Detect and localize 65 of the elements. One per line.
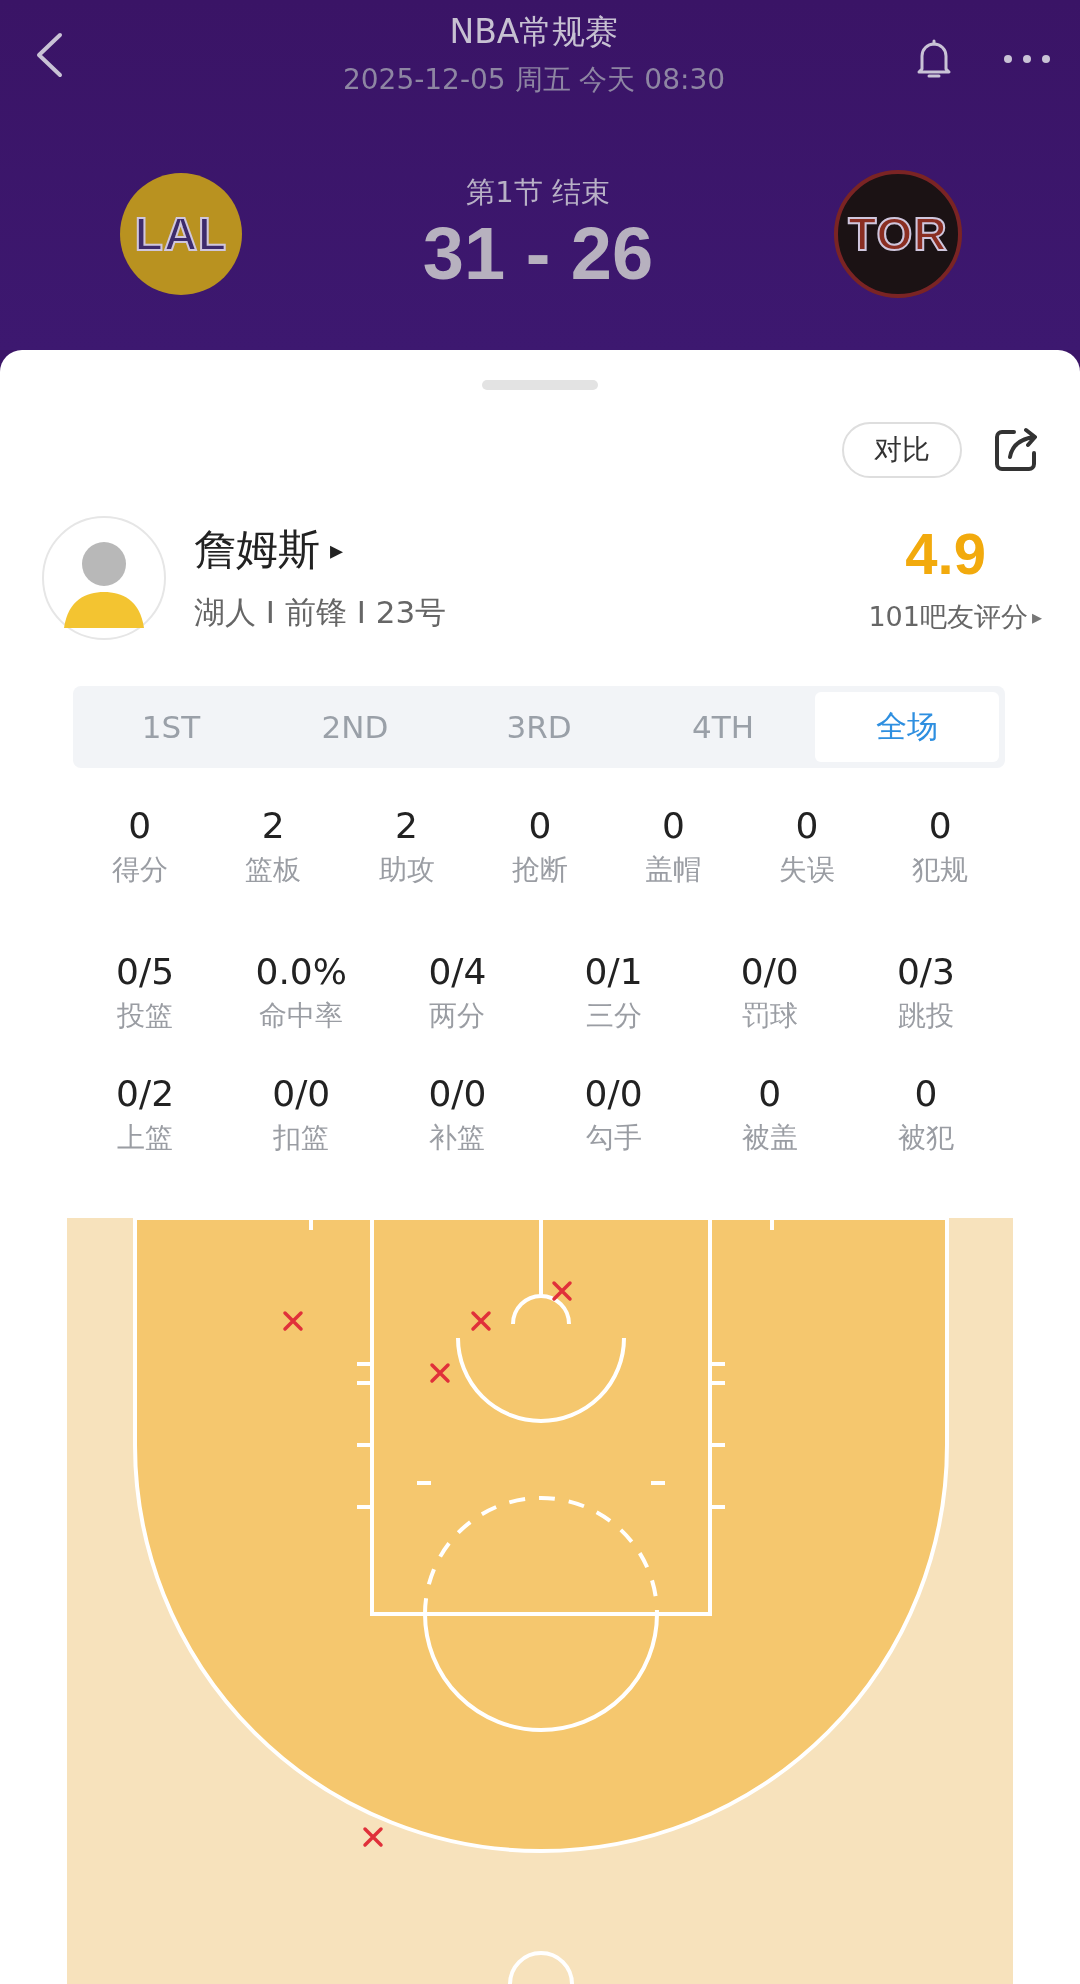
stat-label: 扣篮 [273, 1120, 330, 1156]
compare-button[interactable]: 对比 [842, 422, 962, 478]
stat-value: 0/2 [116, 1072, 175, 1116]
stat-label: 补篮 [429, 1120, 486, 1156]
period-tab[interactable]: 1ST [79, 692, 263, 762]
stat-value: 2 [395, 804, 418, 848]
stat-value: 0/0 [272, 1072, 331, 1116]
more-icon[interactable] [1002, 53, 1052, 65]
missed-shot-icon [283, 1311, 303, 1331]
page-title: NBA常规赛 [449, 11, 619, 53]
match-datetime: 2025-12-05 周五 今天 08:30 [342, 62, 726, 98]
stat-value: 0 [914, 1072, 938, 1116]
stat-value: 0.0% [255, 950, 347, 994]
stat-label: 投篮 [117, 998, 174, 1034]
stat-value: 0/0 [740, 950, 799, 994]
stat-label: 上篮 [117, 1120, 174, 1156]
score: 31 - 26 [422, 212, 654, 296]
missed-shot-icon [430, 1363, 450, 1383]
stat-value: 0/0 [584, 1072, 643, 1116]
stat-label: 失误 [778, 852, 835, 888]
missed-shot-icon [552, 1281, 572, 1301]
stat-label: 助攻 [378, 852, 435, 888]
stat-label: 三分 [585, 998, 642, 1034]
stat-value: 0/1 [584, 950, 643, 994]
missed-shot-icon [471, 1311, 491, 1331]
rating-label[interactable]: 101吧友评分 [868, 599, 1028, 635]
missed-shot-icon [363, 1827, 383, 1847]
team-abbr: LAL [134, 207, 228, 261]
stat-label: 犯规 [912, 852, 969, 888]
drag-handle[interactable] [482, 380, 598, 390]
period-tab[interactable]: 3RD [447, 692, 631, 762]
period-tab[interactable]: 2ND [263, 692, 447, 762]
player-info: 湖人 I 前锋 I 23号 [194, 593, 448, 632]
stat-value: 0 [528, 804, 552, 848]
stat-value: 0 [795, 804, 819, 848]
stat-label: 被盖 [741, 1120, 798, 1156]
stat-value: 0/4 [428, 950, 487, 994]
stat-value: 0/5 [116, 950, 175, 994]
arrow-glyph: ▸ [330, 535, 344, 565]
team-abbr: TOR [848, 207, 948, 261]
player-name[interactable]: 詹姆斯 [194, 522, 320, 578]
stat-label: 跳投 [897, 998, 954, 1034]
stat-label: 两分 [429, 998, 486, 1034]
stat-value: 0 [758, 1072, 782, 1116]
stat-value: 2 [261, 804, 285, 848]
period-tab[interactable]: 全场 [815, 692, 999, 762]
arrow-glyph: ▸ [1031, 605, 1042, 629]
period-status: 第1节 结束 [466, 174, 610, 211]
stat-value: 0/0 [428, 1072, 487, 1116]
stat-label: 罚球 [741, 998, 798, 1034]
stat-label: 命中率 [259, 998, 344, 1034]
stat-label: 抢断 [512, 852, 568, 888]
back-icon[interactable] [34, 32, 64, 78]
stat-value: 0/3 [896, 950, 955, 994]
stat-label: 勾手 [585, 1120, 642, 1156]
stat-value: 0 [928, 804, 952, 848]
rating-value: 4.9 [905, 521, 986, 587]
stat-label: 得分 [111, 852, 168, 888]
stat-label: 盖帽 [645, 852, 702, 888]
stat-label: 被犯 [897, 1120, 954, 1156]
period-tab[interactable]: 4TH [631, 692, 815, 762]
stat-label: 篮板 [245, 852, 302, 888]
stat-value: 0 [661, 804, 685, 848]
stat-value: 0 [128, 804, 152, 848]
share-icon[interactable] [992, 426, 1040, 474]
